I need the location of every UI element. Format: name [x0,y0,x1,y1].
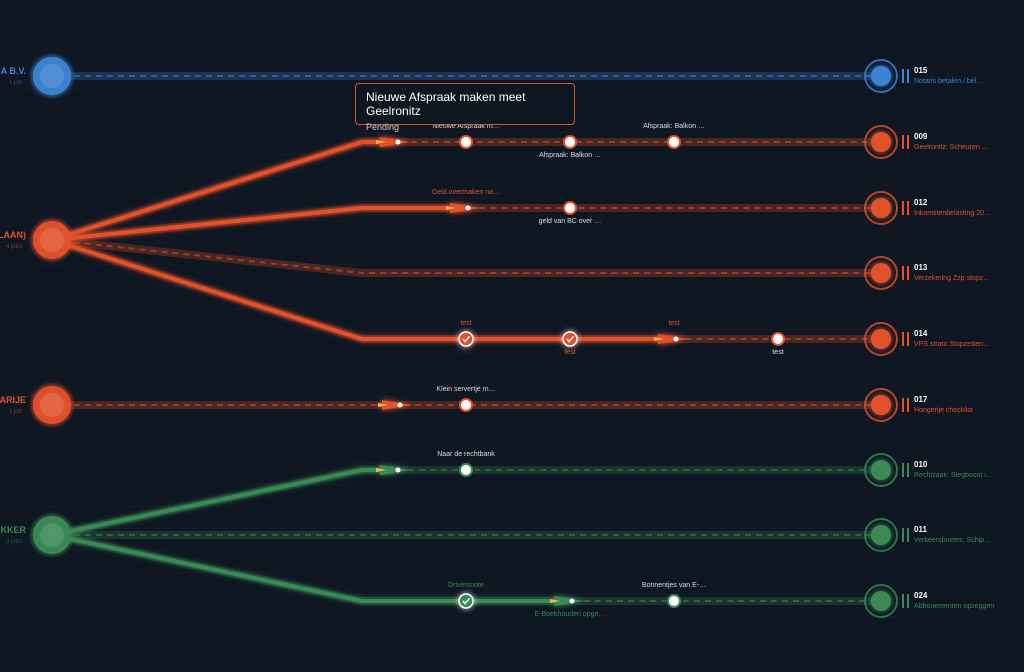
milestone-node[interactable] [458,331,474,347]
milestone-node[interactable] [771,332,785,346]
source-count: 1 job [8,409,22,415]
milestone-node[interactable] [563,201,577,215]
source-label: GARIJE [0,395,26,405]
lane-id: 017 [914,395,928,404]
source-label: AKKER [0,525,26,535]
source-node[interactable] [30,218,74,262]
milestone-label: test [460,320,472,327]
milestone-label: E-Boekhouden opge… [534,611,606,618]
lane-id: 014 [914,329,928,338]
tooltip-title: Nieuwe Afspraak maken meet Geelronitz [366,90,526,118]
lane-end-node[interactable] [864,59,909,93]
lane-id: 012 [914,198,928,207]
source-count: 1 job [8,80,22,86]
milestone-label: geld van BC over … [538,218,602,225]
lane-description: Rechtzaak: Slegboom i… [914,472,993,479]
source-count: 3 jobs [5,539,22,545]
lane-id: 010 [914,460,928,469]
lane-id: 013 [914,263,928,272]
lane-end-node[interactable] [864,256,909,290]
timeline-canvas: 015 Notaris betalen / bel… Nieuwe Afspraak… [0,0,1024,672]
lane-end-node[interactable] [864,322,909,356]
milestone-label: Afspraak: Balkon … [539,152,601,159]
lane-017[interactable] [52,388,909,422]
milestone-node[interactable] [563,135,577,149]
lane-description: Inkomstenbelasting 20… [914,210,992,217]
lane-description: Notaris betalen / bel… [914,78,984,85]
lane-id: 024 [914,591,928,600]
lane-description: Hongerije checklist [914,407,973,414]
milestone-node[interactable] [667,594,681,608]
milestone-node[interactable] [667,135,681,149]
lane-end-node[interactable] [864,584,909,618]
lane-010[interactable] [51,453,909,539]
lane-024[interactable] [51,531,909,618]
milestone-node[interactable] [459,463,473,477]
milestone-label: Afspraak: Balkon … [643,123,705,130]
milestone-node[interactable] [458,593,474,609]
milestone-node[interactable] [562,331,578,347]
source-node[interactable] [30,54,74,98]
milestone-label: Bonnentjes van E-… [641,582,707,589]
milestone-node[interactable] [459,135,473,149]
lane-011[interactable] [52,518,909,552]
milestone-label: Klein servertje m… [436,386,496,393]
lane-id: 009 [914,132,928,141]
lane-end-node[interactable] [864,191,909,225]
source-count: 4 jobs [5,244,22,250]
milestone-tooltip: Nieuwe Afspraak maken meet Geelronitz Pe… [355,83,575,132]
lane-end-node[interactable] [864,125,909,159]
milestone-label: Geld overmaken na… [431,189,501,196]
lane-description: Abbonementen opzeggen [914,603,995,610]
source-label: ILAAN) [0,230,26,240]
lane-id: 011 [914,525,927,534]
lane-end-node[interactable] [864,518,909,552]
milestone-label: Driversnote [448,582,484,589]
lane-description: Verzekering Zzp stopz… [914,275,991,282]
lane-end-node[interactable] [864,453,909,487]
lane-description: Geelronitz: Scheuren … [914,144,989,151]
lane-end-node[interactable] [864,388,909,422]
lane-id: 015 [914,66,928,75]
milestone-node[interactable] [459,398,473,412]
source-node[interactable] [30,513,74,557]
milestone-label: test [668,320,680,327]
source-node[interactable] [30,383,74,427]
lane-description: Verkeersboetes: Schip… [914,537,992,544]
milestone-label: Naar de rechtbank [437,451,495,458]
milestone-label: test [772,349,784,356]
source-label: CA B.V. [0,66,26,76]
tooltip-status: Pending [366,122,400,132]
lane-description: VPS strato Stopzetten… [914,341,990,348]
milestone-label: test [564,349,576,356]
